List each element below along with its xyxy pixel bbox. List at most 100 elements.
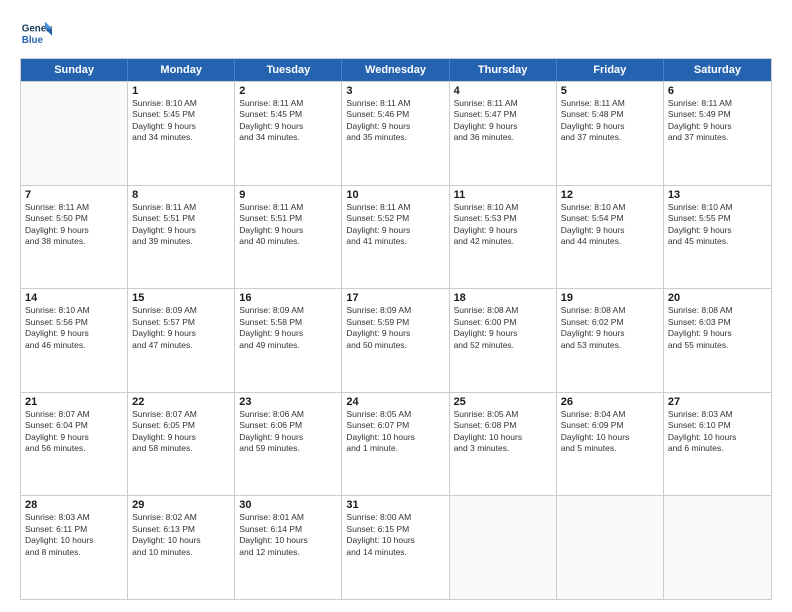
day-number: 8 [132, 189, 230, 201]
day-number: 31 [346, 499, 444, 511]
day-number: 9 [239, 189, 337, 201]
day-number: 21 [25, 396, 123, 408]
day-info: Sunrise: 8:07 AM Sunset: 6:05 PM Dayligh… [132, 409, 230, 455]
calendar-cell [21, 82, 128, 185]
day-number: 3 [346, 85, 444, 97]
day-info: Sunrise: 8:11 AM Sunset: 5:52 PM Dayligh… [346, 202, 444, 248]
day-info: Sunrise: 8:11 AM Sunset: 5:51 PM Dayligh… [239, 202, 337, 248]
day-info: Sunrise: 8:10 AM Sunset: 5:55 PM Dayligh… [668, 202, 767, 248]
weekday-header: Saturday [664, 59, 771, 81]
day-info: Sunrise: 8:07 AM Sunset: 6:04 PM Dayligh… [25, 409, 123, 455]
calendar-cell: 9Sunrise: 8:11 AM Sunset: 5:51 PM Daylig… [235, 186, 342, 289]
day-number: 17 [346, 292, 444, 304]
calendar-cell [450, 496, 557, 599]
calendar-cell: 6Sunrise: 8:11 AM Sunset: 5:49 PM Daylig… [664, 82, 771, 185]
day-info: Sunrise: 8:09 AM Sunset: 5:57 PM Dayligh… [132, 305, 230, 351]
weekday-header: Wednesday [342, 59, 449, 81]
day-info: Sunrise: 8:11 AM Sunset: 5:50 PM Dayligh… [25, 202, 123, 248]
day-number: 27 [668, 396, 767, 408]
day-number: 25 [454, 396, 552, 408]
weekday-header: Monday [128, 59, 235, 81]
weekday-header: Sunday [21, 59, 128, 81]
day-number: 23 [239, 396, 337, 408]
calendar-row: 21Sunrise: 8:07 AM Sunset: 6:04 PM Dayli… [21, 392, 771, 496]
day-info: Sunrise: 8:05 AM Sunset: 6:07 PM Dayligh… [346, 409, 444, 455]
svg-text:Blue: Blue [22, 35, 44, 46]
calendar-cell: 14Sunrise: 8:10 AM Sunset: 5:56 PM Dayli… [21, 289, 128, 392]
calendar-cell: 15Sunrise: 8:09 AM Sunset: 5:57 PM Dayli… [128, 289, 235, 392]
logo: General Blue [20, 18, 52, 50]
page-header: General Blue [20, 18, 772, 50]
calendar-cell: 21Sunrise: 8:07 AM Sunset: 6:04 PM Dayli… [21, 393, 128, 496]
day-info: Sunrise: 8:06 AM Sunset: 6:06 PM Dayligh… [239, 409, 337, 455]
calendar-row: 14Sunrise: 8:10 AM Sunset: 5:56 PM Dayli… [21, 288, 771, 392]
calendar-cell: 5Sunrise: 8:11 AM Sunset: 5:48 PM Daylig… [557, 82, 664, 185]
calendar-body: 1Sunrise: 8:10 AM Sunset: 5:45 PM Daylig… [21, 81, 771, 599]
calendar-cell: 31Sunrise: 8:00 AM Sunset: 6:15 PM Dayli… [342, 496, 449, 599]
day-number: 30 [239, 499, 337, 511]
day-number: 24 [346, 396, 444, 408]
weekday-header: Thursday [450, 59, 557, 81]
calendar-cell: 27Sunrise: 8:03 AM Sunset: 6:10 PM Dayli… [664, 393, 771, 496]
day-number: 5 [561, 85, 659, 97]
calendar-cell: 30Sunrise: 8:01 AM Sunset: 6:14 PM Dayli… [235, 496, 342, 599]
day-number: 1 [132, 85, 230, 97]
calendar-cell: 29Sunrise: 8:02 AM Sunset: 6:13 PM Dayli… [128, 496, 235, 599]
weekday-header: Tuesday [235, 59, 342, 81]
calendar-row: 28Sunrise: 8:03 AM Sunset: 6:11 PM Dayli… [21, 495, 771, 599]
calendar-cell: 2Sunrise: 8:11 AM Sunset: 5:45 PM Daylig… [235, 82, 342, 185]
day-info: Sunrise: 8:09 AM Sunset: 5:59 PM Dayligh… [346, 305, 444, 351]
weekday-header: Friday [557, 59, 664, 81]
day-info: Sunrise: 8:05 AM Sunset: 6:08 PM Dayligh… [454, 409, 552, 455]
calendar: SundayMondayTuesdayWednesdayThursdayFrid… [20, 58, 772, 600]
calendar-row: 7Sunrise: 8:11 AM Sunset: 5:50 PM Daylig… [21, 185, 771, 289]
day-info: Sunrise: 8:11 AM Sunset: 5:49 PM Dayligh… [668, 98, 767, 144]
day-number: 6 [668, 85, 767, 97]
day-info: Sunrise: 8:10 AM Sunset: 5:56 PM Dayligh… [25, 305, 123, 351]
day-number: 15 [132, 292, 230, 304]
day-info: Sunrise: 8:03 AM Sunset: 6:11 PM Dayligh… [25, 512, 123, 558]
day-number: 13 [668, 189, 767, 201]
day-info: Sunrise: 8:11 AM Sunset: 5:46 PM Dayligh… [346, 98, 444, 144]
day-number: 18 [454, 292, 552, 304]
calendar-cell: 22Sunrise: 8:07 AM Sunset: 6:05 PM Dayli… [128, 393, 235, 496]
day-number: 4 [454, 85, 552, 97]
calendar-header: SundayMondayTuesdayWednesdayThursdayFrid… [21, 59, 771, 81]
day-number: 22 [132, 396, 230, 408]
calendar-cell: 8Sunrise: 8:11 AM Sunset: 5:51 PM Daylig… [128, 186, 235, 289]
calendar-cell: 23Sunrise: 8:06 AM Sunset: 6:06 PM Dayli… [235, 393, 342, 496]
day-number: 14 [25, 292, 123, 304]
calendar-cell: 19Sunrise: 8:08 AM Sunset: 6:02 PM Dayli… [557, 289, 664, 392]
day-info: Sunrise: 8:10 AM Sunset: 5:45 PM Dayligh… [132, 98, 230, 144]
day-number: 7 [25, 189, 123, 201]
calendar-cell: 28Sunrise: 8:03 AM Sunset: 6:11 PM Dayli… [21, 496, 128, 599]
day-info: Sunrise: 8:11 AM Sunset: 5:51 PM Dayligh… [132, 202, 230, 248]
day-number: 12 [561, 189, 659, 201]
calendar-cell: 10Sunrise: 8:11 AM Sunset: 5:52 PM Dayli… [342, 186, 449, 289]
calendar-cell [557, 496, 664, 599]
calendar-cell: 24Sunrise: 8:05 AM Sunset: 6:07 PM Dayli… [342, 393, 449, 496]
day-info: Sunrise: 8:11 AM Sunset: 5:48 PM Dayligh… [561, 98, 659, 144]
day-info: Sunrise: 8:08 AM Sunset: 6:02 PM Dayligh… [561, 305, 659, 351]
calendar-cell: 13Sunrise: 8:10 AM Sunset: 5:55 PM Dayli… [664, 186, 771, 289]
day-info: Sunrise: 8:11 AM Sunset: 5:47 PM Dayligh… [454, 98, 552, 144]
day-info: Sunrise: 8:10 AM Sunset: 5:54 PM Dayligh… [561, 202, 659, 248]
calendar-cell: 18Sunrise: 8:08 AM Sunset: 6:00 PM Dayli… [450, 289, 557, 392]
day-info: Sunrise: 8:00 AM Sunset: 6:15 PM Dayligh… [346, 512, 444, 558]
logo-icon: General Blue [20, 18, 52, 50]
calendar-cell: 1Sunrise: 8:10 AM Sunset: 5:45 PM Daylig… [128, 82, 235, 185]
day-number: 19 [561, 292, 659, 304]
day-number: 10 [346, 189, 444, 201]
day-number: 16 [239, 292, 337, 304]
day-number: 20 [668, 292, 767, 304]
calendar-cell [664, 496, 771, 599]
day-info: Sunrise: 8:11 AM Sunset: 5:45 PM Dayligh… [239, 98, 337, 144]
day-number: 2 [239, 85, 337, 97]
day-number: 28 [25, 499, 123, 511]
day-info: Sunrise: 8:02 AM Sunset: 6:13 PM Dayligh… [132, 512, 230, 558]
day-info: Sunrise: 8:10 AM Sunset: 5:53 PM Dayligh… [454, 202, 552, 248]
day-number: 29 [132, 499, 230, 511]
calendar-cell: 4Sunrise: 8:11 AM Sunset: 5:47 PM Daylig… [450, 82, 557, 185]
day-number: 11 [454, 189, 552, 201]
day-info: Sunrise: 8:04 AM Sunset: 6:09 PM Dayligh… [561, 409, 659, 455]
